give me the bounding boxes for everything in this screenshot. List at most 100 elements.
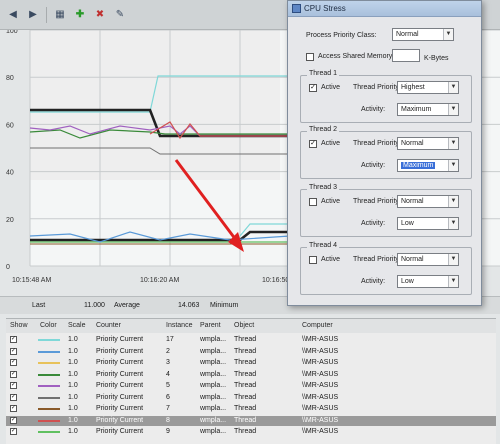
thread-4-group: Thread 4 Active Thread Priority: Normal ▼ Act… xyxy=(300,242,472,295)
table-header: Show Color Scale Counter Instance Parent… xyxy=(6,319,496,333)
row-parent: wmpla... xyxy=(200,405,227,412)
series-color-swatch xyxy=(38,362,60,364)
row-parent: wmpla... xyxy=(200,359,227,366)
x-axis-labels: 10:15:48 AM 10:16:20 AM 10:16:50 AM xyxy=(12,277,301,284)
row-computer: \\MR-ASUS xyxy=(302,370,339,378)
shared-memory-checkbox[interactable] xyxy=(306,53,314,61)
show-checkbox[interactable]: ✓ xyxy=(10,405,17,412)
table-row[interactable]: ✓ 1.0 Priority Current 17 wmpla... Thread \\MR… xyxy=(6,335,496,345)
last-label: Last xyxy=(32,302,46,309)
last-value: 11.000 xyxy=(84,302,105,309)
thread-priority-label: Thread Priority: xyxy=(353,140,401,147)
row-object: Thread xyxy=(234,359,257,366)
active-label: Active xyxy=(321,84,341,91)
series-color-swatch xyxy=(38,408,60,410)
table-row[interactable]: ✓ 1.0 Priority Current 5 wmpla... Thread \\MR-… xyxy=(6,381,496,391)
activity-label: Activity: xyxy=(361,220,386,227)
show-checkbox[interactable]: ✓ xyxy=(10,416,17,424)
table-row[interactable]: ✓ 1.0 Priority Current 9 wmpla... Thread \\MR-… xyxy=(6,427,496,437)
y-tick-label: 80 xyxy=(6,75,14,82)
activity-select[interactable]: Maximum ▼ xyxy=(397,103,459,116)
header-counter[interactable]: Counter xyxy=(96,322,121,329)
thread-priority-value: Normal xyxy=(401,198,424,205)
thread-1-group: Thread 1 ✓ Active Thread Priority: Highest ▼ A… xyxy=(300,70,472,123)
thread-2-group: Thread 2 ✓ Active Thread Priority: Normal ▼ Ac… xyxy=(300,126,472,179)
activity-select[interactable]: Low ▼ xyxy=(397,275,459,288)
row-counter: Priority Current xyxy=(96,336,144,343)
view-icon[interactable]: ▦ xyxy=(53,8,67,22)
row-instance: 7 xyxy=(166,405,170,412)
x-tick-label: 10:16:20 AM xyxy=(140,277,179,284)
activity-value: Maximum xyxy=(401,106,432,113)
active-checkbox[interactable] xyxy=(309,198,317,206)
show-checkbox[interactable]: ✓ xyxy=(10,370,17,378)
active-checkbox[interactable] xyxy=(309,256,317,264)
y-tick-label: 60 xyxy=(6,122,14,129)
chevron-down-icon: ▼ xyxy=(448,218,458,229)
table-row[interactable]: ✓ 1.0 Priority Current 7 wmpla... Thread \\MR-… xyxy=(6,404,496,414)
row-object: Thread xyxy=(234,336,257,343)
series-color-swatch xyxy=(38,385,60,387)
row-counter: Priority Current xyxy=(96,359,144,366)
active-checkbox[interactable]: ✓ xyxy=(309,84,317,92)
row-scale: 1.0 xyxy=(68,370,78,378)
activity-select[interactable]: Maximum ▼ xyxy=(397,159,459,172)
row-parent: wmpla... xyxy=(200,347,227,355)
thread-priority-select[interactable]: Highest ▼ xyxy=(397,81,459,94)
table-row[interactable]: ✓ 1.0 Priority Current 4 wmpla... Thread \\MR-… xyxy=(6,370,496,380)
dialog-titlebar[interactable]: CPU Stress xyxy=(288,1,481,17)
row-instance: 2 xyxy=(166,347,170,355)
row-object: Thread xyxy=(234,393,257,401)
header-computer[interactable]: Computer xyxy=(302,322,333,329)
header-instance[interactable]: Instance xyxy=(166,322,192,329)
thread-priority-select[interactable]: Normal ▼ xyxy=(397,253,459,266)
activity-select[interactable]: Low ▼ xyxy=(397,217,459,230)
y-tick-label: 0 xyxy=(6,264,10,271)
back-icon[interactable]: ◀ xyxy=(6,8,20,22)
show-checkbox[interactable]: ✓ xyxy=(10,347,17,355)
row-parent: wmpla... xyxy=(200,370,227,378)
active-label: Active xyxy=(321,140,341,147)
activity-label: Activity: xyxy=(361,278,386,285)
header-object[interactable]: Object xyxy=(234,322,254,329)
row-counter: Priority Current xyxy=(96,405,144,412)
thread-priority-select[interactable]: Normal ▼ xyxy=(397,137,459,150)
show-checkbox[interactable]: ✓ xyxy=(10,428,17,435)
row-computer: \\MR-ASUS xyxy=(302,405,339,412)
row-computer: \\MR-ASUS xyxy=(302,393,339,401)
y-axis-labels: 100 80 60 40 20 0 xyxy=(6,30,18,271)
row-counter: Priority Current xyxy=(96,347,144,355)
show-checkbox[interactable]: ✓ xyxy=(10,393,17,401)
chevron-down-icon: ▼ xyxy=(448,254,458,265)
delete-icon[interactable]: ✖ xyxy=(93,8,107,22)
row-instance: 9 xyxy=(166,428,170,435)
show-checkbox[interactable]: ✓ xyxy=(10,336,17,343)
table-row[interactable]: ✓ 1.0 Priority Current 2 wmpla... Thread \\MR-… xyxy=(6,347,496,357)
series-color-swatch xyxy=(38,373,60,376)
show-checkbox[interactable]: ✓ xyxy=(10,359,17,366)
row-scale: 1.0 xyxy=(68,382,78,389)
table-row[interactable]: ✓ 1.0 Priority Current 6 wmpla... Thread \\MR-… xyxy=(6,393,496,403)
priority-class-select[interactable]: Normal ▼ xyxy=(392,28,454,41)
show-checkbox[interactable]: ✓ xyxy=(10,382,17,389)
header-parent[interactable]: Parent xyxy=(200,322,221,329)
active-checkbox[interactable]: ✓ xyxy=(309,140,317,148)
thread-priority-label: Thread Priority: xyxy=(353,256,401,263)
header-scale[interactable]: Scale xyxy=(68,322,86,329)
header-show[interactable]: Show xyxy=(10,322,28,329)
row-counter: Priority Current xyxy=(96,382,144,389)
row-scale: 1.0 xyxy=(68,428,78,435)
table-row[interactable]: ✓ 1.0 Priority Current 3 wmpla... Thread \\MR-… xyxy=(6,358,496,368)
row-computer: \\MR-ASUS xyxy=(302,359,339,366)
row-computer: \\MR-ASUS xyxy=(302,416,339,424)
header-color[interactable]: Color xyxy=(40,322,57,329)
average-value: 14.063 xyxy=(178,302,200,309)
kbytes-input[interactable] xyxy=(392,49,420,62)
table-row[interactable]: ✓ 1.0 Priority Current 8 wmpla... Thread \\MR-… xyxy=(6,415,496,426)
thread-priority-select[interactable]: Normal ▼ xyxy=(397,195,459,208)
forward-icon[interactable]: ▶ xyxy=(26,8,40,22)
highlight-icon[interactable]: ✎ xyxy=(113,8,127,22)
thread-priority-value: Highest xyxy=(401,84,425,91)
thread-group-title: Thread 1 xyxy=(307,70,340,77)
add-icon[interactable]: ✚ xyxy=(73,8,87,22)
